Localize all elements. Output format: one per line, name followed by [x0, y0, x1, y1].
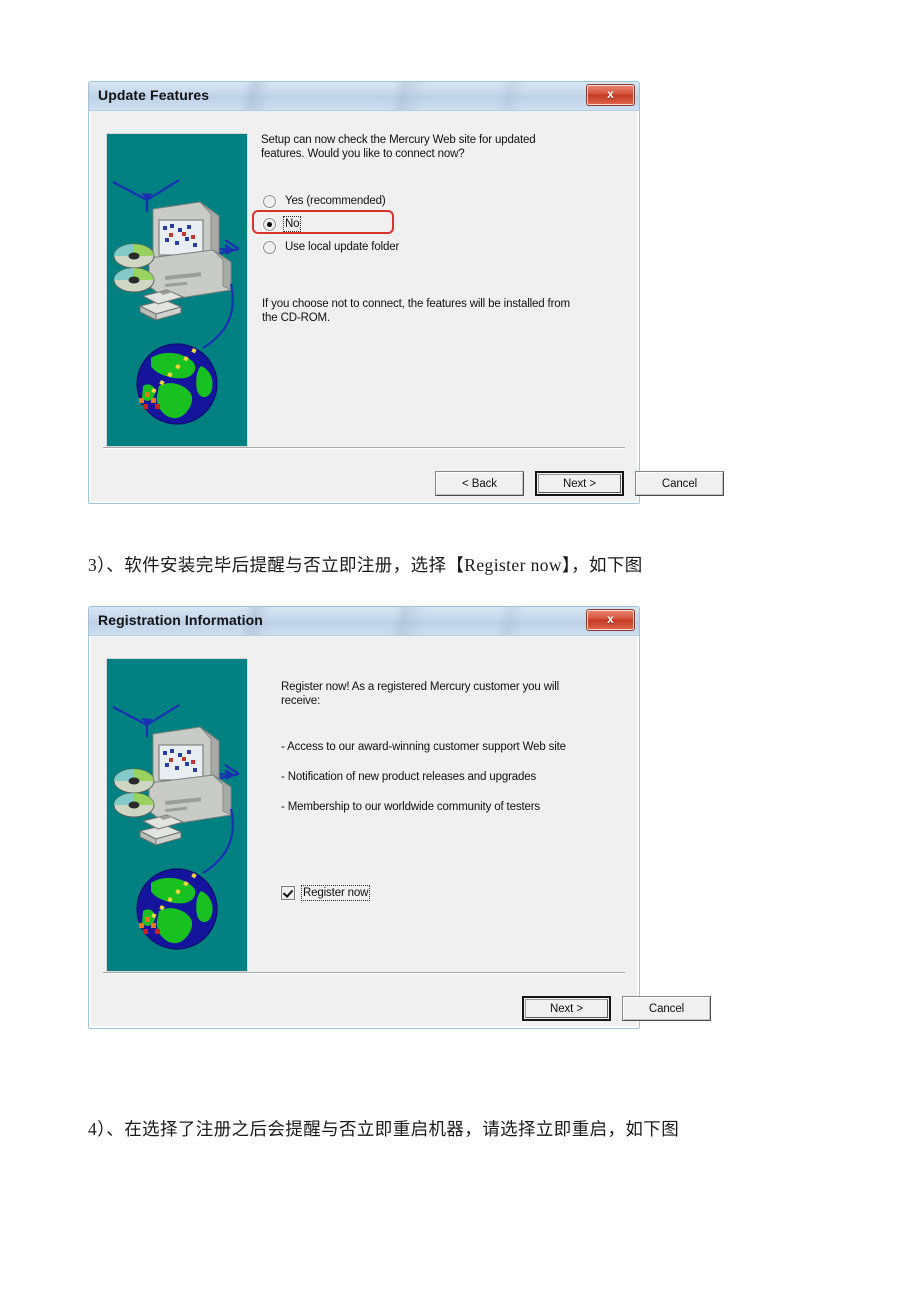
registration-information-dialog[interactable]: Registration Information x Register now!… — [88, 606, 711, 1029]
close-icon[interactable]: x — [586, 609, 635, 631]
dialog2-intro: Register now! As a registered Mercury cu… — [281, 680, 559, 708]
dialog2-intro-line2: receive: — [281, 695, 321, 707]
dialog1-note: If you choose not to connect, the featur… — [262, 297, 570, 325]
cancel-button[interactable]: Cancel — [635, 471, 724, 496]
register-now-checkbox-row[interactable]: Register now — [281, 884, 371, 902]
radio-icon-no[interactable] — [263, 217, 276, 231]
update-features-dialog[interactable]: Update Features x Setup can now check th… — [88, 81, 724, 504]
dialog1-button-row[interactable]: < Back Next > Cancel — [435, 471, 724, 496]
next-button[interactable]: Next > — [535, 471, 624, 496]
document-page: Update Features x Setup can now check th… — [0, 0, 920, 1302]
dialog1-note-line2: the CD-ROM. — [262, 312, 330, 324]
setup-illustration-2 — [106, 658, 248, 972]
next-button-label: Next > — [525, 999, 608, 1018]
dialog1-title: Update Features — [98, 87, 210, 103]
checkbox-icon-register-now[interactable] — [281, 886, 295, 900]
dialog2-titlebar[interactable]: Registration Information x — [89, 607, 639, 636]
step-4-caption: 4）、在选择了注册之后会提醒与否立即重启机器，请选择立即重启，如下图 — [88, 1119, 680, 1139]
dialog1-separator — [103, 447, 625, 449]
dialog2-separator — [103, 972, 625, 974]
illustration-svg — [107, 134, 247, 446]
world-globe-icon — [136, 868, 218, 950]
dialog2-intro-line1: Register now! As a registered Mercury cu… — [281, 681, 560, 693]
radio-icon-yes[interactable] — [263, 194, 276, 208]
radio-option-no[interactable]: No — [262, 215, 399, 233]
radio-label-no: No — [282, 216, 302, 232]
dialog1-titlebar[interactable]: Update Features x — [89, 82, 639, 111]
list-item: - Notification of new product releases a… — [281, 771, 537, 783]
radio-label-yes: Yes (recommended) — [285, 195, 386, 207]
radio-icon-use-local-folder[interactable] — [263, 240, 276, 254]
close-icon[interactable]: x — [586, 84, 635, 106]
world-globe-icon — [136, 343, 218, 425]
radio-option-yes[interactable]: Yes (recommended) — [262, 192, 399, 210]
back-button[interactable]: < Back — [435, 471, 524, 496]
dialog1-note-line1: If you choose not to connect, the featur… — [262, 298, 570, 310]
next-button-label: Next > — [538, 474, 621, 493]
dialog1-intro-line2: features. Would you like to connect now? — [261, 148, 465, 160]
illustration-svg — [107, 659, 247, 971]
dialog1-body: Setup can now check the Mercury Web site… — [89, 111, 724, 503]
list-item: - Membership to our worldwide community … — [281, 801, 541, 813]
setup-illustration-1 — [106, 133, 248, 447]
dialog1-intro-line1: Setup can now check the Mercury Web site… — [261, 134, 536, 146]
step-3-caption: 3）、软件安装完毕后提醒与否立即注册，选择【Register now】，如下图 — [88, 555, 643, 575]
radio-label-use-local-folder: Use local update folder — [285, 241, 400, 253]
update-options-group[interactable]: Yes (recommended) No Use local update fo… — [262, 192, 399, 256]
radio-option-use-local-folder[interactable]: Use local update folder — [262, 238, 399, 256]
next-button[interactable]: Next > — [522, 996, 611, 1021]
cancel-button[interactable]: Cancel — [622, 996, 711, 1021]
dialog2-body: Register now! As a registered Mercury cu… — [89, 636, 711, 1028]
benefits-list: - Access to our award-winning customer s… — [281, 740, 566, 814]
dialog2-title: Registration Information — [98, 612, 263, 628]
checkbox-label-register-now: Register now — [300, 885, 371, 901]
dialog1-intro: Setup can now check the Mercury Web site… — [261, 133, 536, 161]
dialog2-button-row[interactable]: Next > Cancel — [522, 996, 711, 1021]
list-item: - Access to our award-winning customer s… — [281, 741, 566, 753]
